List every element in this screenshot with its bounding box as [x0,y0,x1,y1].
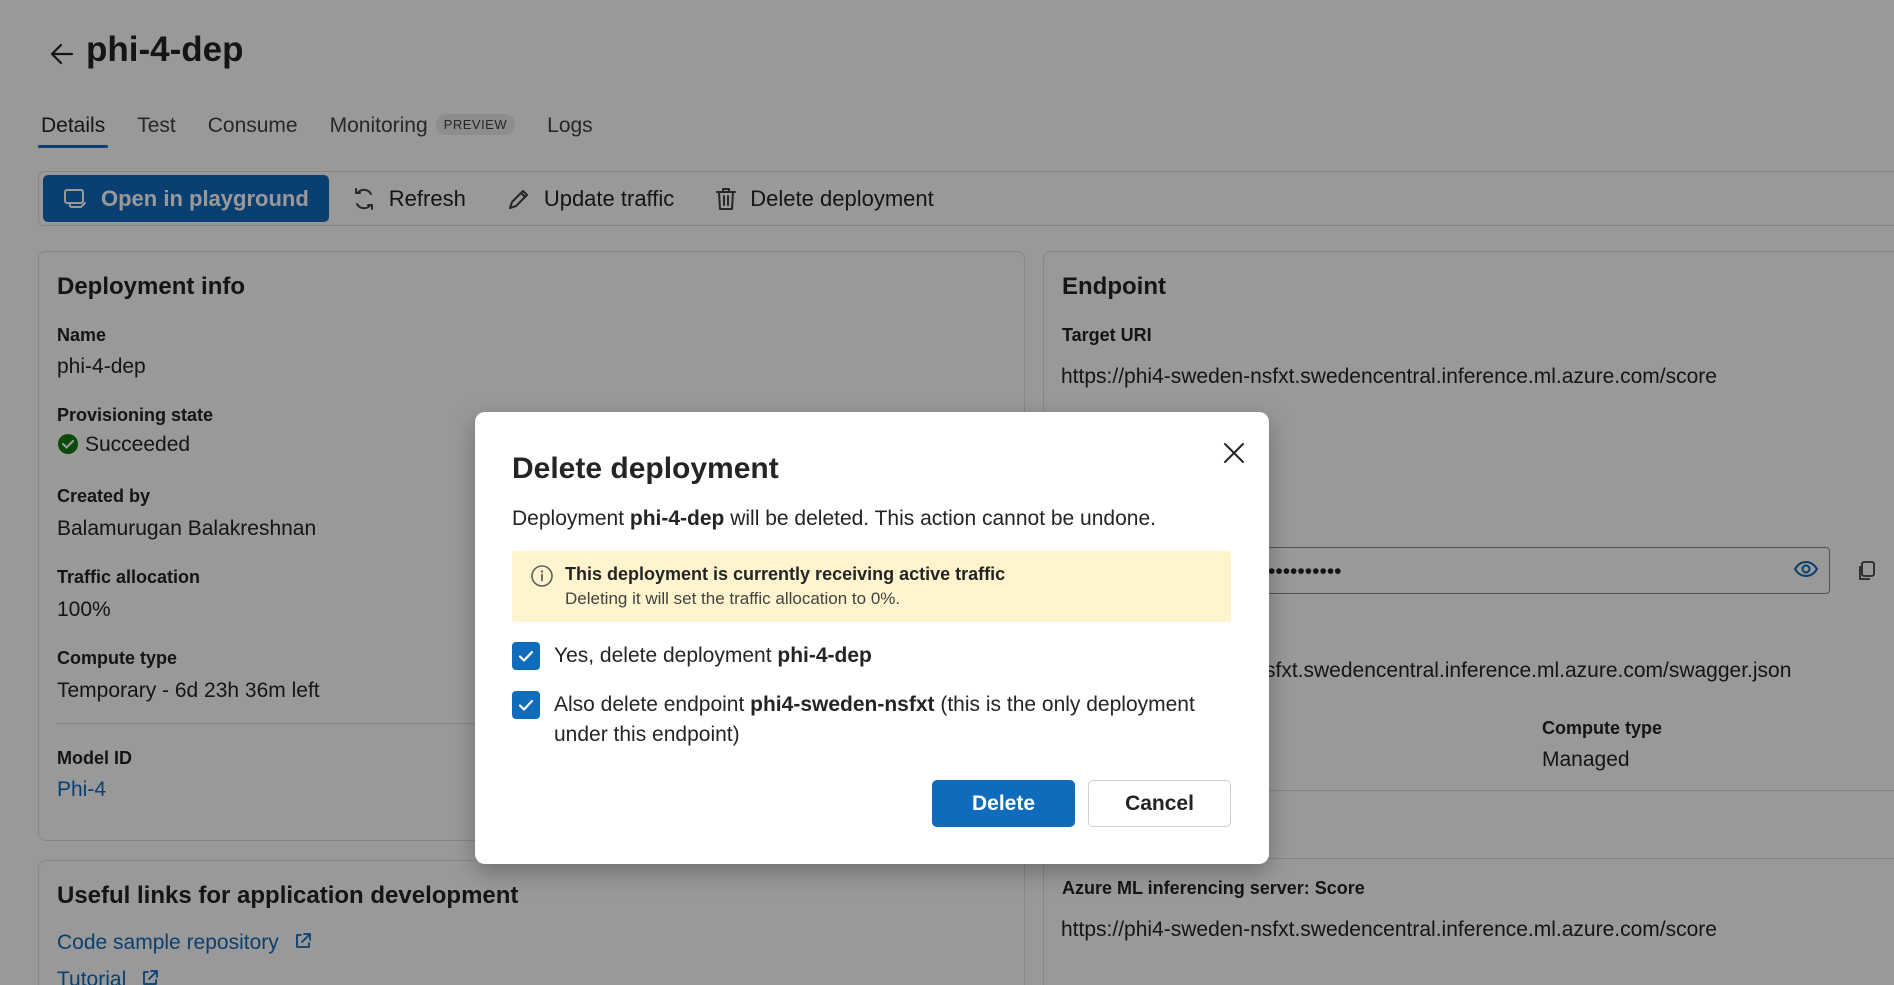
warning-title: This deployment is currently receiving a… [565,564,1006,584]
delete-endpoint-name: phi4-sweden-nsfxt [750,693,935,716]
delete-deployment-dialog: Delete deployment Deployment phi-4-dep w… [475,412,1269,864]
confirm-delete-name: phi-4-dep [777,644,872,667]
dialog-message-suffix: will be deleted. This action cannot be u… [724,507,1156,530]
confirm-delete-label: Yes, delete deployment phi-4-dep [554,641,872,671]
close-icon[interactable] [1217,436,1251,470]
dialog-message-prefix: Deployment [512,507,630,530]
cancel-button[interactable]: Cancel [1088,780,1231,827]
warning-subtext: Deleting it will set the traffic allocat… [565,589,901,608]
warning-banner: This deployment is currently receiving a… [512,551,1231,622]
dialog-message-deployment-name: phi-4-dep [629,507,725,530]
checkmark-icon [518,650,534,662]
delete-endpoint-label: Also delete endpoint phi4-sweden-nsfxt (… [554,690,1234,750]
dialog-message: Deployment phi-4-dep will be deleted. Th… [512,507,1156,531]
delete-button[interactable]: Delete [932,780,1075,827]
info-icon [530,564,554,593]
delete-endpoint-checkbox[interactable] [512,691,540,719]
dialog-title: Delete deployment [512,452,779,485]
checkmark-icon [518,699,534,711]
deployment-page: phi-4-dep Details Test Consume Monitorin… [0,0,1894,985]
delete-endpoint-prefix: Also delete endpoint [554,693,751,716]
confirm-delete-checkbox[interactable] [512,642,540,670]
confirm-delete-prefix: Yes, delete deployment [554,644,778,667]
